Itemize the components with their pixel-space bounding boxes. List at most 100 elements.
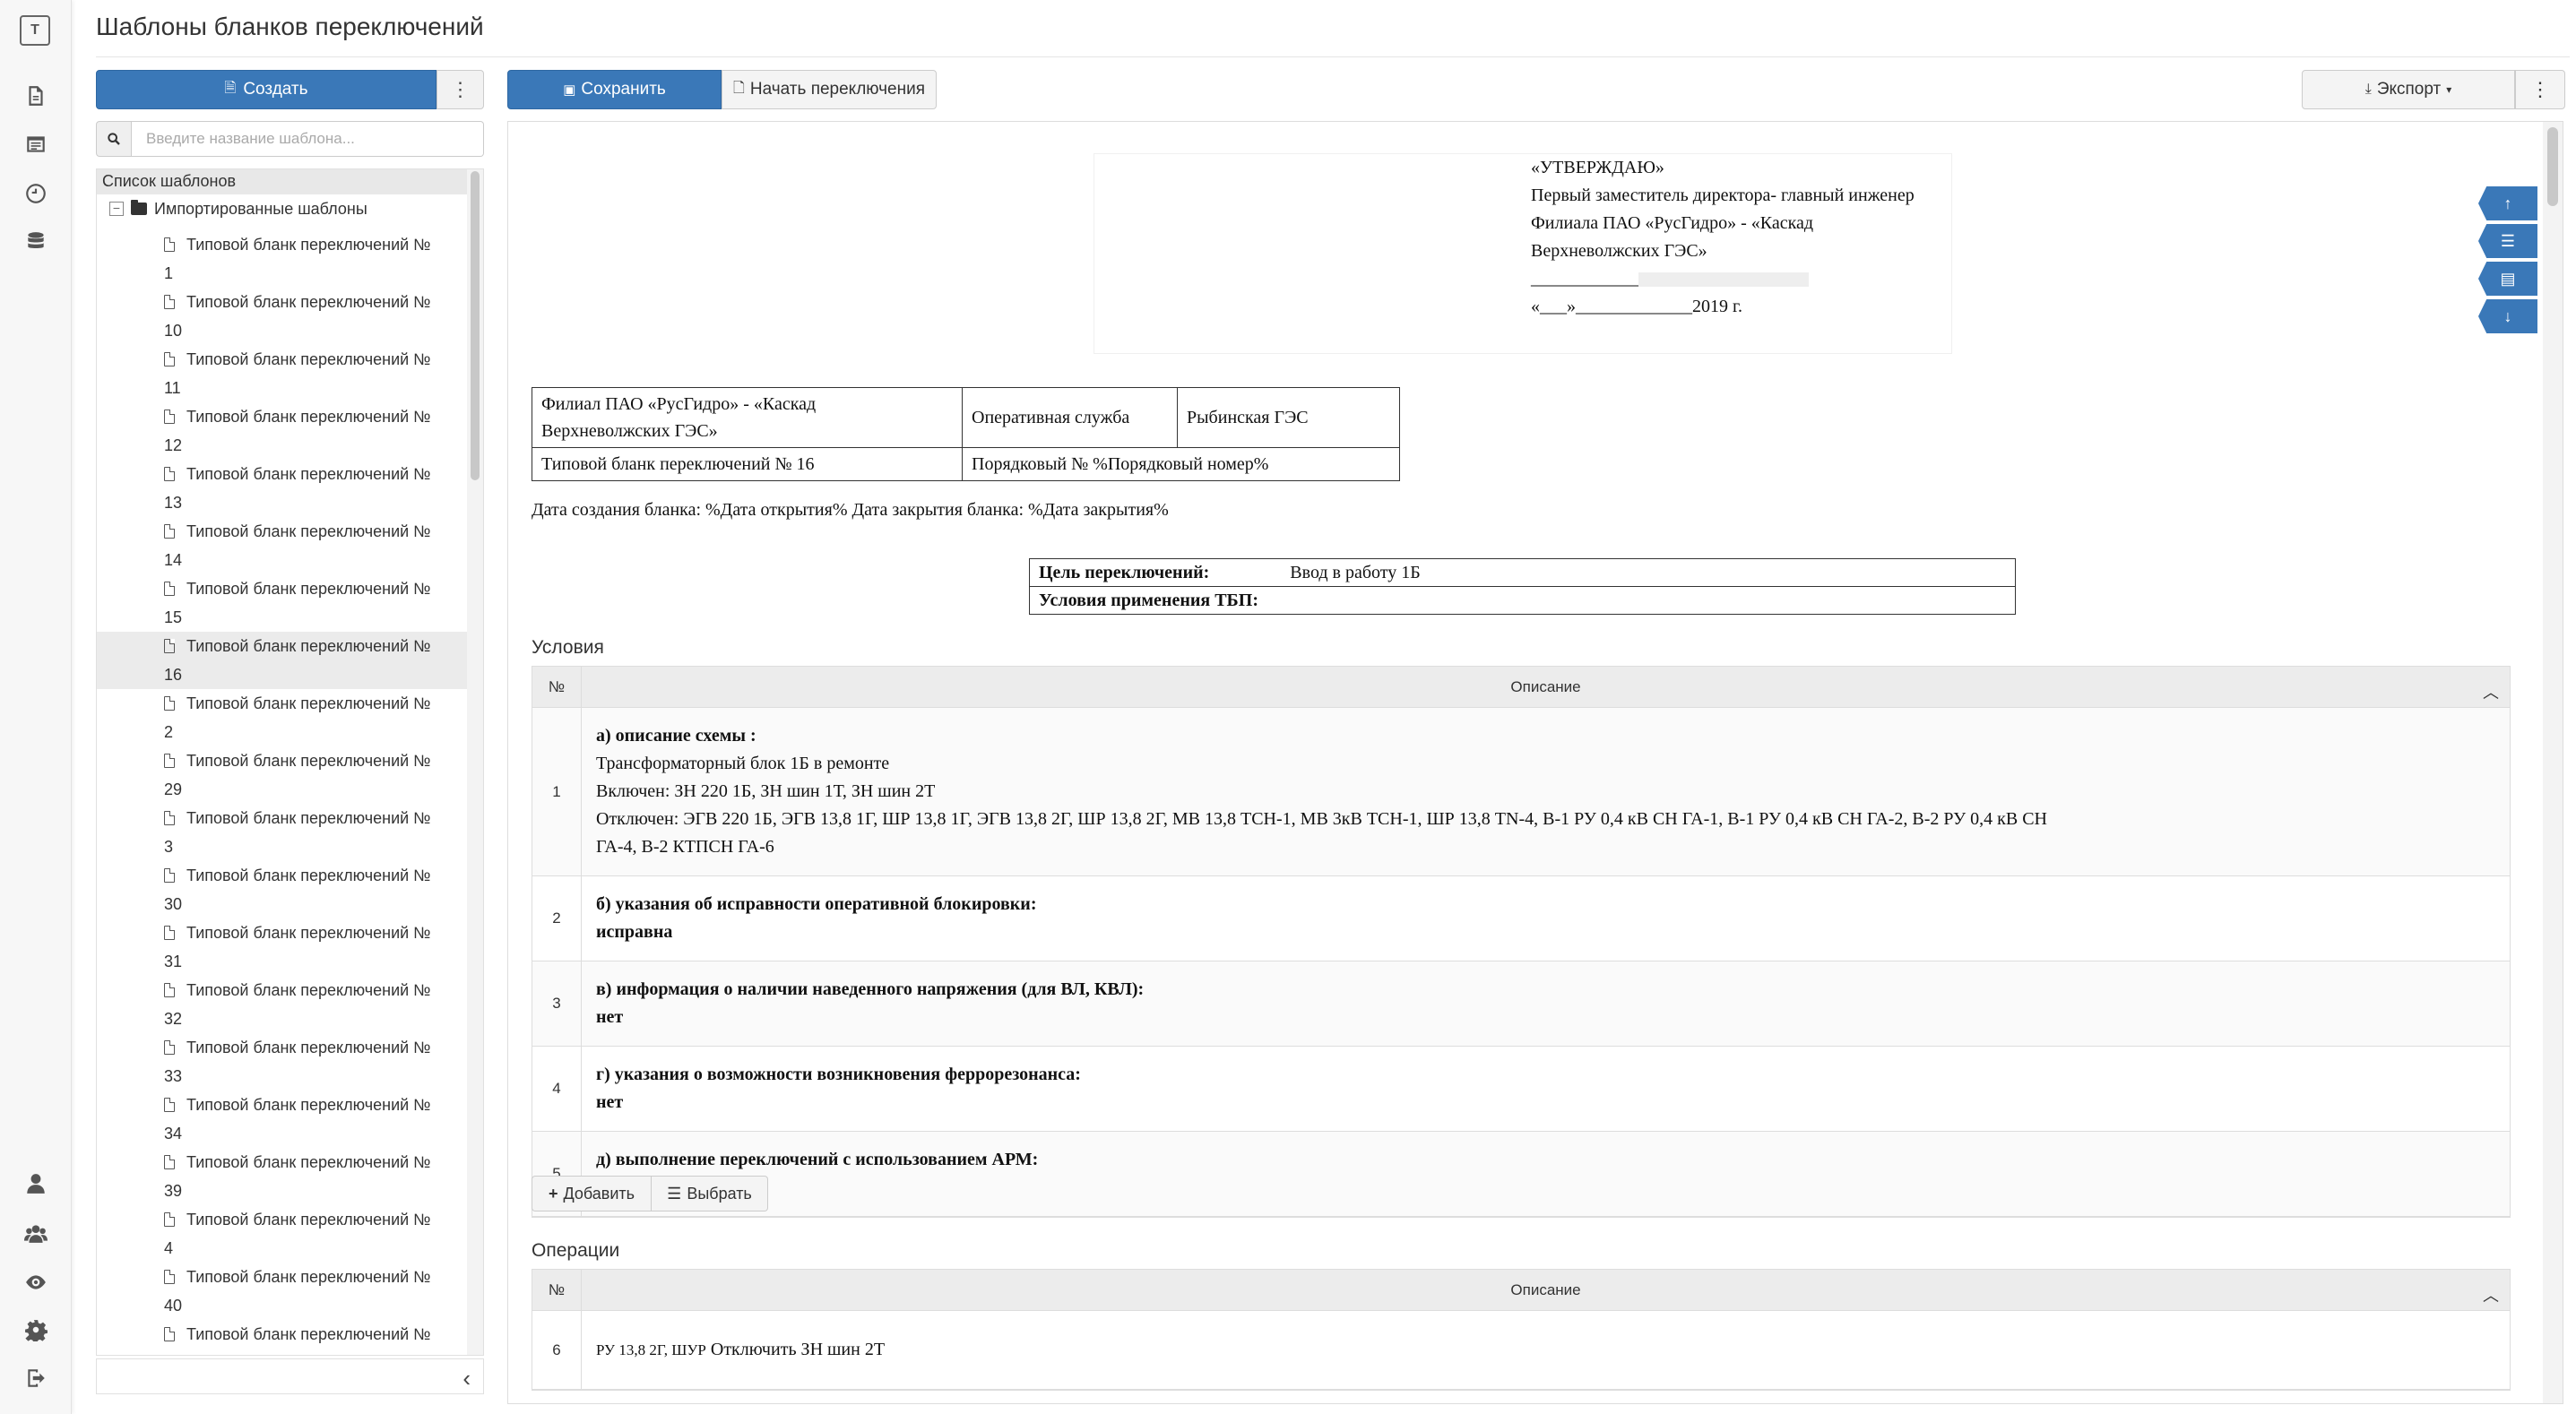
tree-item[interactable]: Типовой бланк переключений № 40 bbox=[97, 1263, 467, 1320]
tree-item[interactable]: Типовой бланк переключений № 41 bbox=[97, 1320, 467, 1355]
chevron-left-icon[interactable]: ‹ bbox=[462, 1365, 471, 1392]
condition-cell: б) указания об исправности оперативной б… bbox=[596, 894, 1037, 942]
document-icon bbox=[164, 1040, 175, 1055]
create-more-button[interactable]: ⋮ bbox=[437, 70, 484, 109]
tree-item[interactable]: Типовой бланк переключений № 4 bbox=[97, 1205, 467, 1263]
calendar-list-icon[interactable] bbox=[22, 130, 50, 159]
scroll-bottom-button[interactable]: ↓ bbox=[2478, 299, 2537, 333]
add-condition-button[interactable]: + Добавить bbox=[532, 1176, 652, 1211]
export-button[interactable]: ⤓ Экспорт ▾ bbox=[2302, 70, 2515, 109]
document-icon bbox=[164, 1098, 175, 1112]
tree-item[interactable]: Типовой бланк переключений № 1 bbox=[97, 230, 467, 288]
tree-item[interactable]: Типовой бланк переключений № 11 bbox=[97, 345, 467, 402]
create-button[interactable]: 🗎 Создать bbox=[96, 70, 437, 109]
conditions-rows: 1 а) описание схемы : Трансформаторный бло… bbox=[532, 708, 2510, 1217]
document-icon bbox=[164, 1270, 175, 1284]
logout-icon[interactable] bbox=[22, 1364, 50, 1392]
app-logo-icon[interactable]: T bbox=[20, 15, 50, 46]
tree-item[interactable]: Типовой бланк переключений № 32 bbox=[97, 976, 467, 1033]
table-row[interactable]: 5 д) выполнение переключений с использова… bbox=[532, 1132, 2510, 1217]
sidebar-collapse-bar[interactable]: ‹ bbox=[96, 1358, 484, 1394]
tree-item-label: Типовой бланк переключений № bbox=[186, 580, 431, 598]
gear-icon[interactable] bbox=[22, 1315, 50, 1344]
approve-line: «УТВЕРЖДАЮ» bbox=[1531, 158, 1664, 177]
template-search bbox=[96, 121, 484, 157]
document-scrollbar[interactable] bbox=[2543, 122, 2563, 1403]
scroll-top-button[interactable]: ↑ bbox=[2478, 186, 2537, 220]
tree-item[interactable]: Типовой бланк переключений № 15 bbox=[97, 574, 467, 632]
document-scrollbar-thumb[interactable] bbox=[2547, 127, 2558, 206]
document-icon bbox=[164, 811, 175, 825]
tree-item[interactable]: Типовой бланк переключений № 14 bbox=[97, 517, 467, 574]
template-number-cell: Типовой бланк переключений № 16 bbox=[532, 447, 963, 481]
approve-signature-line: ____________ bbox=[1531, 265, 1915, 293]
create-button-label: Создать bbox=[243, 80, 308, 99]
table-row[interactable]: 4 г) указания о возможности возникновения… bbox=[532, 1047, 2510, 1132]
tree-item[interactable]: Типовой бланк переключений № 30 bbox=[97, 861, 467, 918]
tree-item[interactable]: Типовой бланк переключений № 34 bbox=[97, 1091, 467, 1148]
tree-item-number: 30 bbox=[164, 895, 183, 913]
start-switching-button[interactable]: 🗋 Начать переключения bbox=[722, 70, 937, 109]
table-row[interactable]: 1 а) описание схемы : Трансформаторный бло… bbox=[532, 708, 2510, 876]
jump-operations-button[interactable]: ▤ bbox=[2478, 262, 2537, 296]
arrow-up-icon: ↑ bbox=[2503, 194, 2512, 212]
table-row[interactable]: 6 РУ 13,8 2Г, ШУР Отключить ЗН шин 2Т bbox=[532, 1311, 2510, 1390]
condition-cell: г) указания о возможности возникновения … bbox=[596, 1065, 1081, 1112]
tree-item[interactable]: Типовой бланк переключений № 16 bbox=[97, 632, 467, 689]
select-condition-button[interactable]: ☰ Выбрать bbox=[652, 1176, 768, 1211]
tree-folder-label: Импортированные шаблоны bbox=[154, 199, 367, 218]
tree-scrollbar-thumb[interactable] bbox=[471, 171, 480, 480]
document-icon bbox=[164, 639, 175, 653]
tree-scrollbar[interactable] bbox=[467, 169, 483, 1355]
document-icon bbox=[164, 524, 175, 539]
page-title: Шаблоны бланков переключений bbox=[96, 13, 484, 40]
tree-item[interactable]: Типовой бланк переключений № 31 bbox=[97, 918, 467, 976]
tree-item-label: Типовой бланк переключений № bbox=[186, 465, 431, 483]
save-button[interactable]: ▣ Сохранить bbox=[507, 70, 722, 109]
row-number: 2 bbox=[532, 876, 582, 961]
tree-item-label: Типовой бланк переключений № bbox=[186, 981, 431, 999]
tree-item[interactable]: Типовой бланк переключений № 13 bbox=[97, 460, 467, 517]
clock-icon[interactable] bbox=[22, 179, 50, 208]
approve-line: Верхневолжских ГЭС» bbox=[1531, 241, 1707, 261]
tree-item[interactable]: Типовой бланк переключений № 39 bbox=[97, 1148, 467, 1205]
branch-cell: Филиал ПАО «РусГидро» - «Каскад Верхнево… bbox=[532, 387, 963, 448]
tree-item-number: 1 bbox=[164, 264, 174, 282]
document-icon bbox=[164, 926, 175, 940]
database-icon[interactable] bbox=[22, 228, 50, 256]
tree-item[interactable]: Типовой бланк переключений № 2 bbox=[97, 689, 467, 746]
tree-item[interactable]: Типовой бланк переключений № 10 bbox=[97, 288, 467, 345]
tree-item-label: Типовой бланк переключений № bbox=[186, 350, 431, 368]
document-icon[interactable] bbox=[22, 82, 50, 110]
select-label: Выбрать bbox=[687, 1184, 752, 1203]
table-row[interactable]: 2 б) указания об исправности оперативной … bbox=[532, 876, 2510, 961]
conditions-title: Условия bbox=[532, 637, 604, 658]
table-row[interactable]: 3 в) информация о наличии наведенного нап… bbox=[532, 961, 2510, 1047]
download-icon: ⤓ bbox=[2364, 82, 2372, 97]
tree-item-label: Типовой бланк переключений № bbox=[186, 867, 431, 884]
collapse-toggle-icon[interactable]: − bbox=[109, 202, 124, 216]
user-icon[interactable] bbox=[22, 1169, 50, 1198]
chevron-up-icon[interactable]: ︿ bbox=[2483, 1283, 2499, 1306]
tree-item-number: 10 bbox=[164, 322, 183, 340]
save-icon: ▣ bbox=[563, 82, 576, 98]
tree-item-number: 2 bbox=[164, 723, 174, 741]
eye-icon[interactable] bbox=[22, 1268, 50, 1297]
condition-cell: в) информация о наличии наведенного напр… bbox=[596, 979, 1145, 1027]
tree-item-label: Типовой бланк переключений № bbox=[186, 1153, 431, 1171]
tree-item-number: 12 bbox=[164, 436, 183, 454]
tree-item[interactable]: Типовой бланк переключений № 3 bbox=[97, 804, 467, 861]
tree-folder-imported[interactable]: − Импортированные шаблоны bbox=[109, 194, 367, 223]
tree-item[interactable]: Типовой бланк переключений № 12 bbox=[97, 402, 467, 460]
jump-conditions-button[interactable]: ☰ bbox=[2478, 224, 2537, 258]
row-number: 1 bbox=[532, 708, 582, 875]
tree-item-number: 3 bbox=[164, 838, 174, 856]
chevron-up-icon[interactable]: ︿ bbox=[2483, 680, 2499, 703]
tree-item[interactable]: Типовой бланк переключений № 33 bbox=[97, 1033, 467, 1091]
more-options-button[interactable]: ⋮ bbox=[2515, 70, 2565, 109]
approve-date-line: «___»_____________2019 г. bbox=[1531, 297, 1742, 316]
users-icon[interactable] bbox=[22, 1219, 50, 1247]
add-label: Добавить bbox=[563, 1184, 635, 1203]
tree-item[interactable]: Типовой бланк переключений № 29 bbox=[97, 746, 467, 804]
search-input[interactable] bbox=[132, 121, 484, 157]
